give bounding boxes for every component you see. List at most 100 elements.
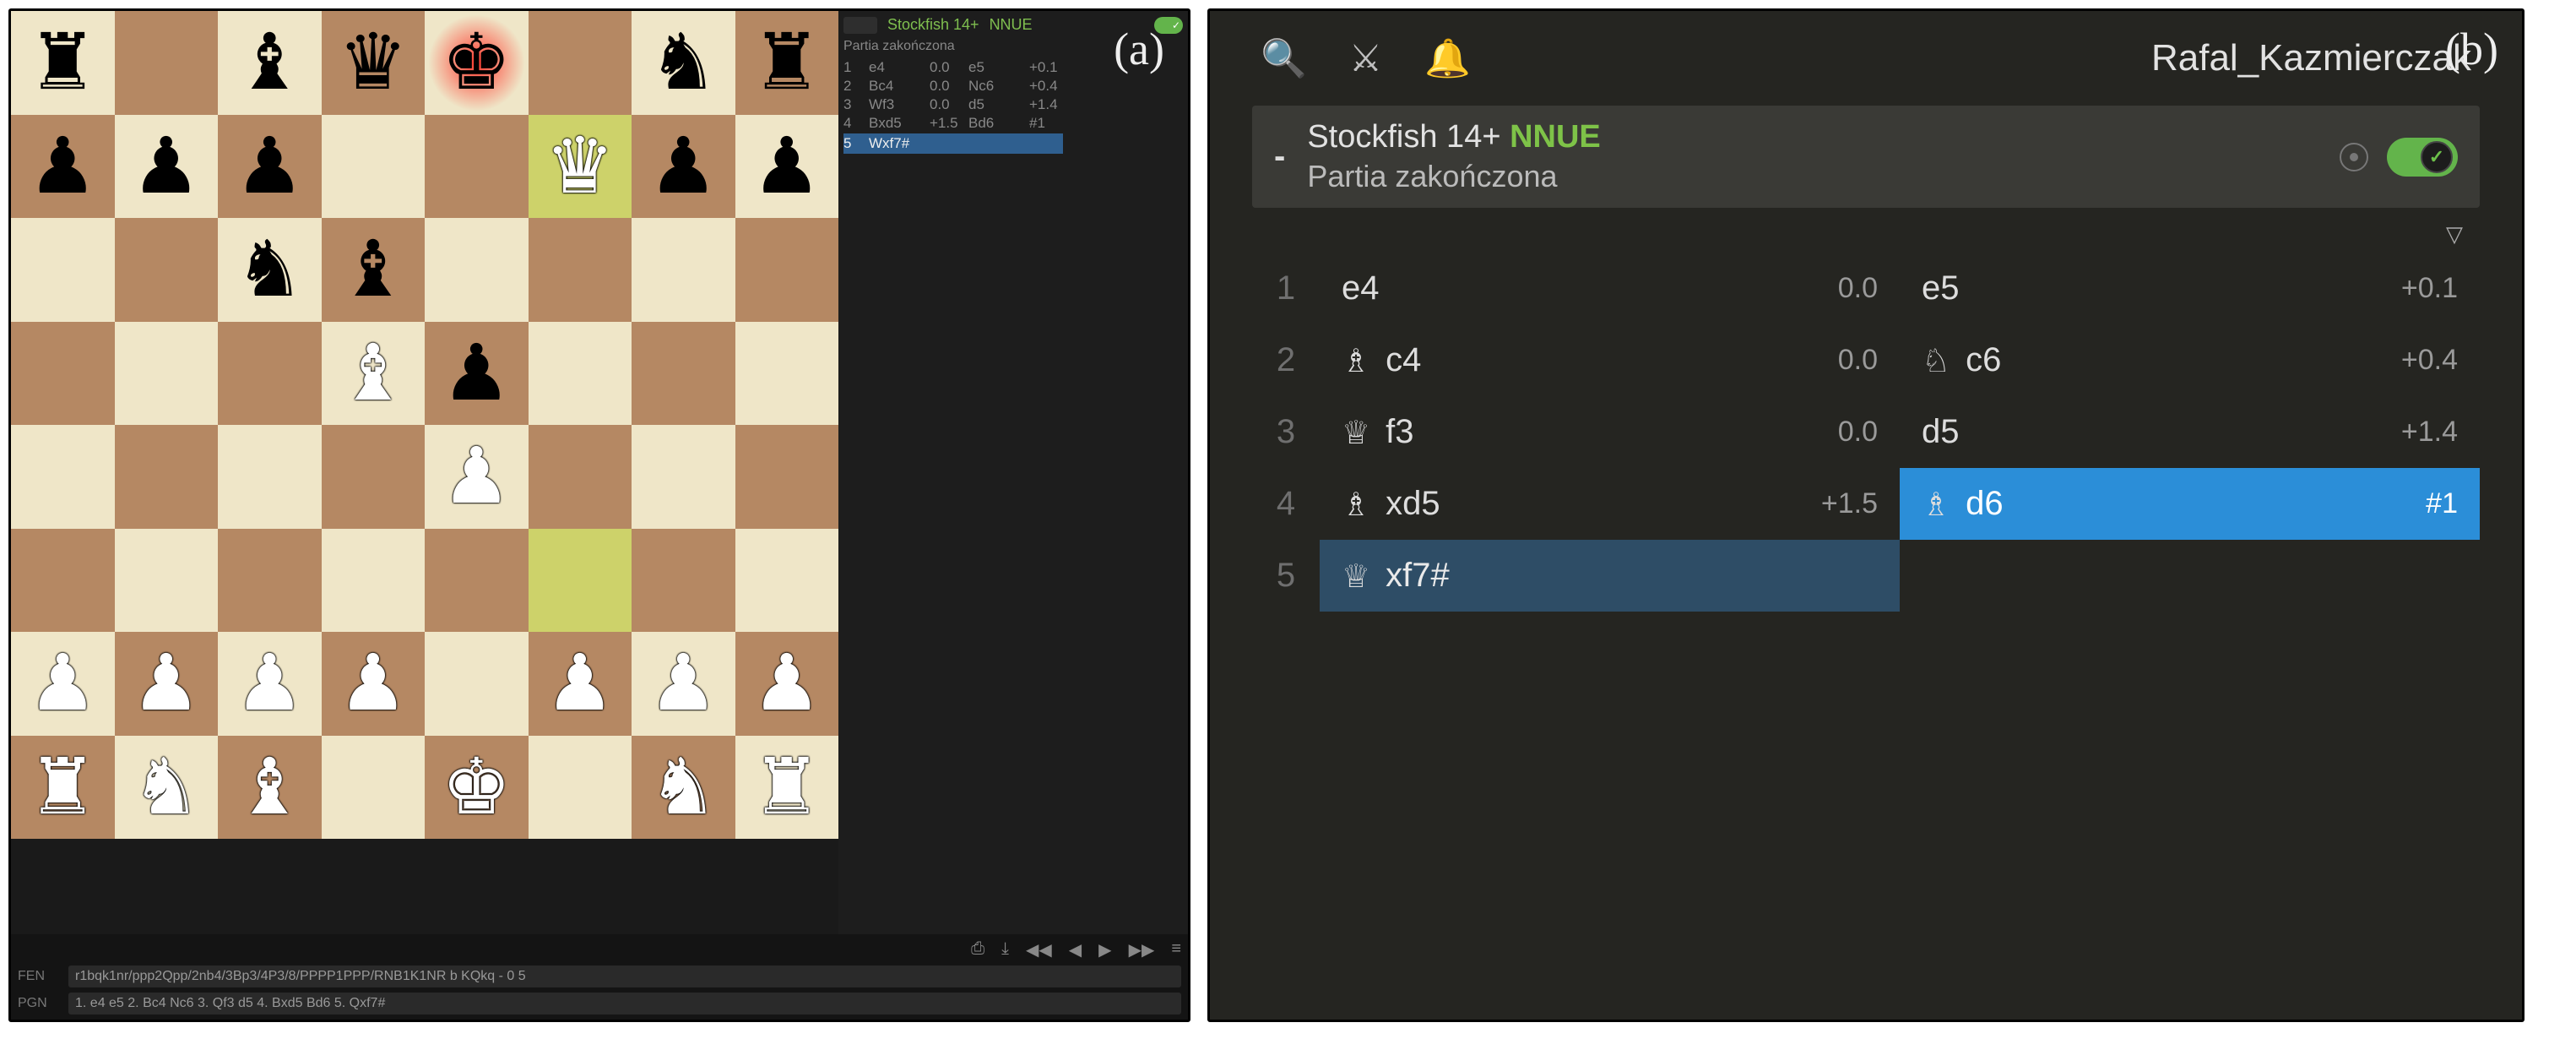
square-h1[interactable]: ♜ [735, 736, 839, 840]
playback-control-icon[interactable]: ⤓ [1001, 939, 1009, 960]
collapse-icon[interactable]: ▽ [1210, 208, 2522, 253]
white-move-cell[interactable]: ♗xd5+1.5 [1320, 468, 1900, 540]
square-d4[interactable] [322, 425, 426, 529]
white-move-cell[interactable]: ♕f30.0 [1320, 396, 1900, 468]
square-e6[interactable] [425, 218, 529, 322]
challenge-icon[interactable]: ⚔ [1349, 37, 1382, 80]
black-bishop-icon[interactable]: ♝ [339, 231, 408, 308]
white-knight-icon[interactable]: ♞ [648, 748, 718, 826]
square-d2[interactable]: ♟ [322, 632, 426, 736]
white-rook-icon[interactable]: ♜ [28, 748, 97, 826]
mini-move-cell[interactable]: 4 [843, 115, 864, 132]
black-rook-icon[interactable]: ♜ [752, 24, 822, 101]
black-move-cell[interactable]: d5+1.4 [1900, 396, 2480, 468]
square-b1[interactable]: ♞ [115, 736, 219, 840]
mini-move-cell[interactable]: e4 [869, 59, 925, 76]
square-b8[interactable] [115, 11, 219, 115]
username[interactable]: Rafal_Kazmierczak [2151, 37, 2471, 79]
square-d5[interactable]: ♝ [322, 322, 426, 426]
white-king-icon[interactable]: ♚ [442, 748, 511, 826]
mini-move-cell[interactable]: Bd6 [968, 115, 1024, 132]
black-pawn-icon[interactable]: ♟ [648, 128, 718, 205]
square-g3[interactable] [632, 529, 735, 633]
square-a2[interactable]: ♟ [11, 632, 115, 736]
playback-control-icon[interactable]: ≡ [1171, 939, 1181, 960]
mini-move-cell[interactable]: Bxd5 [869, 115, 925, 132]
mini-move-cell[interactable]: #1 [1029, 115, 1063, 132]
square-b7[interactable]: ♟ [115, 115, 219, 219]
mini-move-cell[interactable]: 0.0 [930, 78, 963, 95]
square-h2[interactable]: ♟ [735, 632, 839, 736]
mini-move-cell[interactable]: 3 [843, 96, 864, 113]
square-d6[interactable]: ♝ [322, 218, 426, 322]
black-knight-icon[interactable]: ♞ [235, 231, 304, 308]
black-pawn-icon[interactable]: ♟ [235, 128, 304, 205]
mini-move-cell[interactable]: +0.4 [1029, 78, 1063, 95]
mini-move-row-selected[interactable]: 5Wxf7# [843, 133, 1063, 154]
square-f5[interactable] [529, 322, 632, 426]
square-f3[interactable] [529, 529, 632, 633]
mini-move-cell[interactable]: 1 [843, 59, 864, 76]
square-g4[interactable] [632, 425, 735, 529]
white-pawn-icon[interactable]: ♟ [28, 645, 97, 722]
square-b2[interactable]: ♟ [115, 632, 219, 736]
mini-move-cell[interactable]: 0.0 [930, 59, 963, 76]
white-pawn-icon[interactable]: ♟ [648, 645, 718, 722]
square-f8[interactable] [529, 11, 632, 115]
square-c6[interactable]: ♞ [218, 218, 322, 322]
square-h7[interactable]: ♟ [735, 115, 839, 219]
square-c3[interactable] [218, 529, 322, 633]
white-pawn-icon[interactable]: ♟ [545, 645, 615, 722]
square-c8[interactable]: ♝ [218, 11, 322, 115]
black-pawn-icon[interactable]: ♟ [442, 335, 511, 412]
playback-control-icon[interactable]: ⎙ [971, 939, 984, 960]
black-pawn-icon[interactable]: ♟ [132, 128, 201, 205]
square-g1[interactable]: ♞ [632, 736, 735, 840]
square-e8[interactable]: ♚ [425, 11, 529, 115]
square-c1[interactable]: ♝ [218, 736, 322, 840]
square-f7[interactable]: ♛ [529, 115, 632, 219]
square-e5[interactable]: ♟ [425, 322, 529, 426]
square-d3[interactable] [322, 529, 426, 633]
square-g2[interactable]: ♟ [632, 632, 735, 736]
square-c5[interactable] [218, 322, 322, 426]
white-move-cell[interactable]: ♕xf7# [1320, 540, 1900, 612]
square-b4[interactable] [115, 425, 219, 529]
square-a6[interactable] [11, 218, 115, 322]
square-f2[interactable]: ♟ [529, 632, 632, 736]
playback-control-icon[interactable]: ▶▶ [1129, 939, 1155, 960]
mini-move-cell[interactable]: e5 [968, 59, 1024, 76]
black-bishop-icon[interactable]: ♝ [235, 24, 304, 101]
fen-field[interactable]: r1bqk1nr/ppp2Qpp/2nb4/3Bp3/4P3/8/PPPP1PP… [68, 966, 1181, 987]
square-c2[interactable]: ♟ [218, 632, 322, 736]
black-move-cell[interactable]: e5+0.1 [1900, 253, 2480, 324]
square-g7[interactable]: ♟ [632, 115, 735, 219]
mini-move-cell[interactable]: +0.1 [1029, 59, 1063, 76]
square-b5[interactable] [115, 322, 219, 426]
bell-icon[interactable]: 🔔 [1424, 36, 1471, 80]
square-d7[interactable] [322, 115, 426, 219]
square-g6[interactable] [632, 218, 735, 322]
white-pawn-icon[interactable]: ♟ [132, 645, 201, 722]
white-knight-icon[interactable]: ♞ [132, 748, 201, 826]
square-g8[interactable]: ♞ [632, 11, 735, 115]
square-c7[interactable]: ♟ [218, 115, 322, 219]
playback-control-icon[interactable]: ◀◀ [1026, 939, 1052, 960]
playback-control-icon[interactable]: ▶ [1098, 939, 1111, 960]
square-a8[interactable]: ♜ [11, 11, 115, 115]
square-e1[interactable]: ♚ [425, 736, 529, 840]
square-b3[interactable] [115, 529, 219, 633]
square-f4[interactable] [529, 425, 632, 529]
square-h6[interactable] [735, 218, 839, 322]
square-g5[interactable] [632, 322, 735, 426]
white-bishop-icon[interactable]: ♝ [339, 335, 408, 412]
mini-move-cell[interactable]: Wf3 [869, 96, 925, 113]
mini-move-cell[interactable]: Nc6 [968, 78, 1024, 95]
white-pawn-icon[interactable]: ♟ [752, 645, 822, 722]
white-move-cell[interactable]: ♗c40.0 [1320, 324, 1900, 396]
mini-move-cell[interactable]: 0.0 [930, 96, 963, 113]
white-move-cell[interactable]: e40.0 [1320, 253, 1900, 324]
square-f6[interactable] [529, 218, 632, 322]
square-a1[interactable]: ♜ [11, 736, 115, 840]
white-pawn-icon[interactable]: ♟ [442, 438, 511, 515]
